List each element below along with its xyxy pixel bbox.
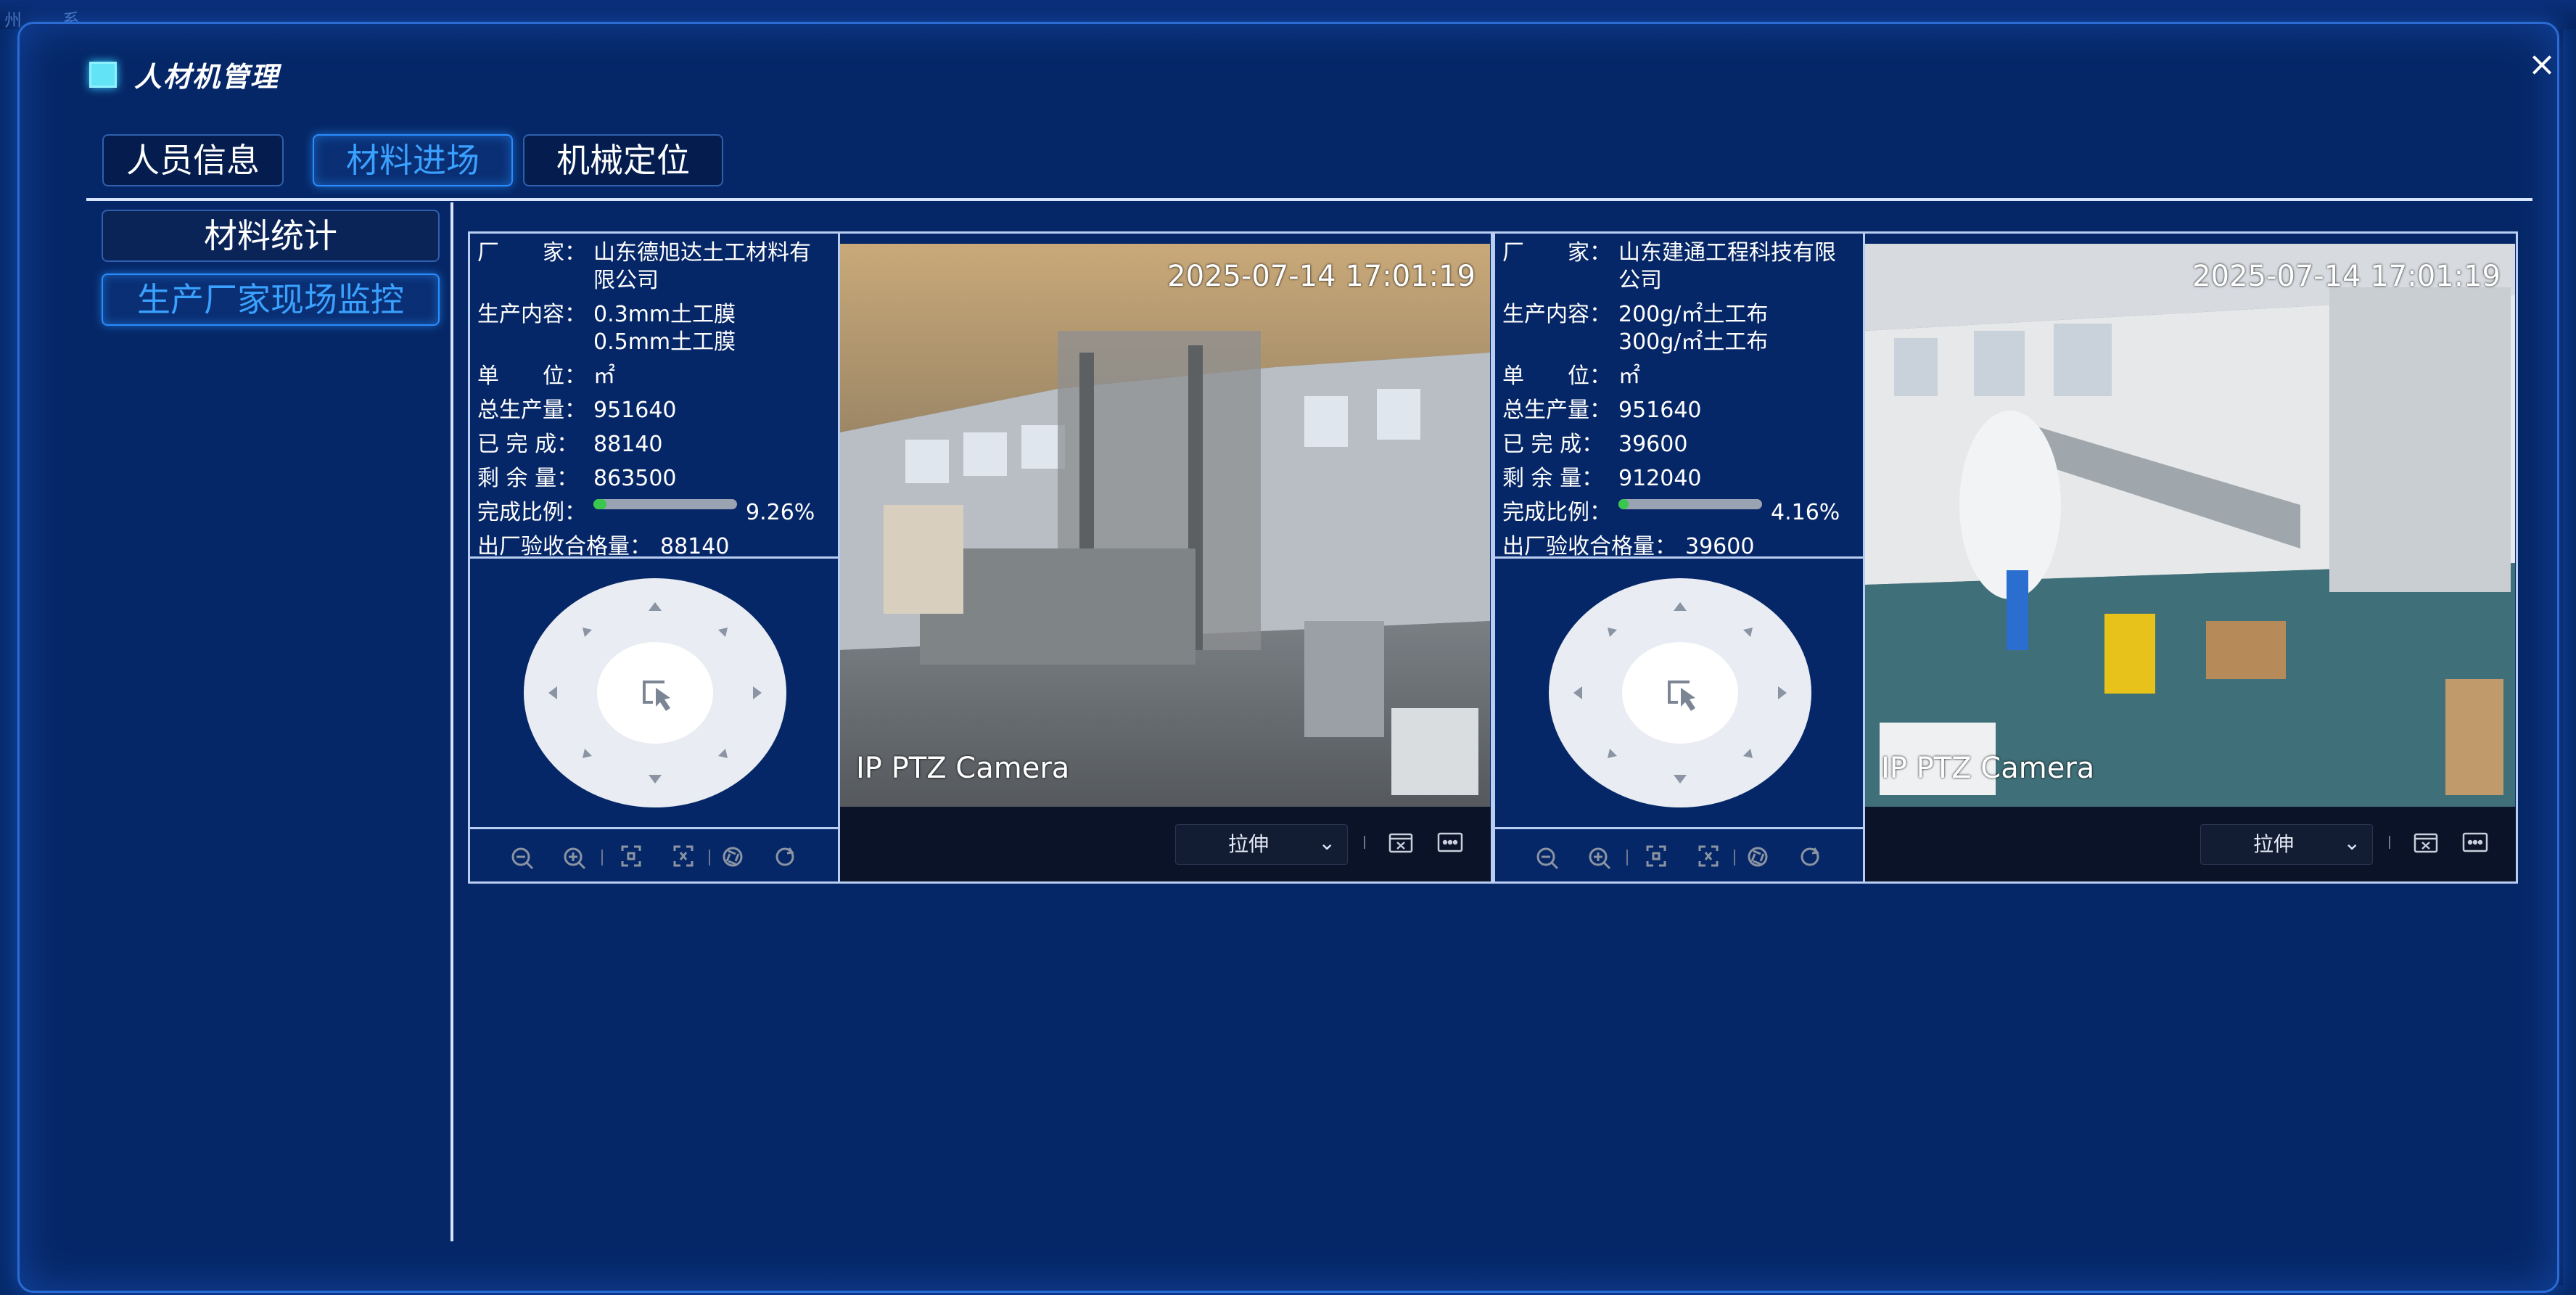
background-right-edge	[2563, 29, 2576, 1295]
maker-name: 山东德旭达土工材料有	[593, 240, 811, 266]
label-done: 已 完 成：	[477, 432, 579, 457]
tab-machinery[interactable]: 机械定位	[523, 134, 723, 186]
label-content: 生产内容：	[1502, 302, 1611, 327]
zoom-out-icon[interactable]	[1536, 847, 1559, 870]
sidebar-item-material-stats[interactable]: 材料统计	[102, 210, 440, 262]
more-icon[interactable]	[2461, 829, 2489, 856]
unit-value: ㎡	[1618, 363, 1640, 389]
video-toolbar: 拉伸 ⌄	[1865, 807, 2516, 881]
ptz-control-panel	[470, 559, 840, 827]
camera-feed[interactable]: 2025-07-14 17:01:19 IP PTZ Camera	[1865, 244, 2515, 807]
factory-info: 厂 家： 山东德旭达土工材料有 限公司 生产内容： 0.3mm土工膜 0.5mm土工膜 …	[470, 234, 840, 559]
more-icon[interactable]	[1436, 829, 1464, 856]
progress-fill	[593, 499, 607, 509]
refresh-icon[interactable]	[775, 847, 794, 866]
camera-feed[interactable]: 2025-07-14 17:01:19 IP PTZ Camera	[840, 244, 1490, 807]
iris-icon[interactable]	[1748, 847, 1768, 867]
chevron-down-icon: ⌄	[1318, 831, 1336, 855]
modal-dialog: 人材机管理 × 人员信息 材料进场 机械定位 材料统计 生产厂家现场监控 厂 家…	[17, 22, 2559, 1293]
ptz-control-panel	[1495, 559, 1865, 827]
passed-value: 39600	[1685, 534, 1755, 559]
content-value-2: 300g/㎡土工布	[1618, 329, 1769, 355]
total-value: 951640	[1618, 398, 1702, 423]
done-value: 39600	[1618, 432, 1688, 457]
modal-title: 人材机管理	[134, 61, 280, 93]
maker-name-cont: 公司	[1618, 268, 1662, 293]
label-content: 生产内容：	[477, 302, 586, 327]
focus-near-icon[interactable]	[621, 845, 641, 867]
video-timestamp: 2025-07-14 17:01:19	[2192, 260, 2501, 293]
factory-scene-image	[840, 244, 1490, 807]
tab-personnel[interactable]: 人员信息	[102, 134, 284, 186]
unit-value: ㎡	[593, 363, 615, 389]
progress-fill	[1618, 499, 1629, 509]
ratio-value: 4.16%	[1771, 500, 1840, 525]
label-passed: 出厂验收合格量：	[477, 534, 651, 559]
ptz-toolbar	[1495, 827, 1865, 881]
title-square-icon	[89, 62, 117, 88]
background-text: 州	[4, 10, 22, 30]
progress-bar	[1618, 499, 1762, 509]
label-maker: 厂 家：	[1502, 240, 1611, 266]
remaining-value: 912040	[1618, 466, 1702, 491]
label-unit: 单 位：	[477, 363, 586, 389]
label-ratio: 完成比例：	[1502, 500, 1611, 525]
camera-label: IP PTZ Camera	[856, 752, 1070, 785]
chevron-down-icon: ⌄	[2343, 831, 2361, 855]
tab-materials[interactable]: 材料进场	[313, 134, 513, 186]
zoom-out-icon[interactable]	[511, 847, 534, 870]
label-passed: 出厂验收合格量：	[1502, 534, 1676, 559]
stretch-select[interactable]: 拉伸 ⌄	[1175, 824, 1348, 865]
focus-far-icon[interactable]	[673, 845, 694, 867]
focus-far-icon[interactable]	[1698, 845, 1719, 867]
ptz-toolbar	[470, 827, 840, 881]
stretch-select[interactable]: 拉伸 ⌄	[2200, 824, 2373, 865]
ptz-center-button[interactable]	[597, 642, 713, 744]
iris-icon[interactable]	[723, 847, 743, 867]
ptz-center-button[interactable]	[1622, 642, 1738, 744]
label-remaining: 剩 余 量：	[1502, 466, 1604, 491]
label-unit: 单 位：	[1502, 363, 1611, 389]
progress-bar	[593, 499, 737, 509]
total-value: 951640	[593, 398, 677, 423]
video-timestamp: 2025-07-14 17:01:19	[1167, 260, 1476, 293]
stretch-select-value: 拉伸	[1228, 832, 1270, 856]
video-toolbar: 拉伸 ⌄	[840, 807, 1491, 881]
content-value-2: 0.5mm土工膜	[593, 329, 736, 355]
maker-name-cont: 限公司	[593, 268, 659, 293]
content-value: 200g/㎡土工布	[1618, 302, 1769, 327]
factory-card: 厂 家： 山东德旭达土工材料有 限公司 生产内容： 0.3mm土工膜 0.5mm土工膜 …	[468, 231, 1493, 884]
focus-near-icon[interactable]	[1646, 845, 1666, 867]
content-value: 0.3mm土工膜	[593, 302, 736, 327]
maker-name: 山东建通工程科技有限	[1618, 240, 1836, 266]
close-button[interactable]: ×	[2524, 46, 2560, 82]
label-ratio: 完成比例：	[477, 500, 586, 525]
zoom-in-icon[interactable]	[1589, 847, 1611, 870]
label-total: 总生产量：	[477, 398, 586, 423]
screenshot-icon[interactable]	[2412, 829, 2440, 856]
factory-scene-image	[1865, 244, 2515, 807]
screenshot-icon[interactable]	[1387, 829, 1415, 856]
zoom-in-icon[interactable]	[564, 847, 586, 870]
sidebar-divider	[450, 202, 453, 1241]
refresh-icon[interactable]	[1801, 847, 1819, 866]
stretch-select-value: 拉伸	[2253, 832, 2295, 856]
tabs-underline	[86, 198, 2532, 201]
label-done: 已 完 成：	[1502, 432, 1604, 457]
toolbar-separator	[1364, 836, 1365, 849]
passed-value: 88140	[660, 534, 730, 559]
camera-label: IP PTZ Camera	[1881, 752, 2095, 785]
remaining-value: 863500	[593, 466, 677, 491]
ratio-value: 9.26%	[746, 500, 815, 525]
label-total: 总生产量：	[1502, 398, 1611, 423]
sidebar-item-factory-monitor[interactable]: 生产厂家现场监控	[102, 274, 440, 326]
label-remaining: 剩 余 量：	[477, 466, 579, 491]
toolbar-separator	[2389, 836, 2390, 849]
factory-card: 厂 家： 山东建通工程科技有限 公司 生产内容： 200g/㎡土工布 300g/㎡土工布…	[1493, 231, 2518, 884]
factory-info: 厂 家： 山东建通工程科技有限 公司 生产内容： 200g/㎡土工布 300g/㎡土工布…	[1495, 234, 1865, 559]
label-maker: 厂 家：	[477, 240, 586, 266]
done-value: 88140	[593, 432, 663, 457]
